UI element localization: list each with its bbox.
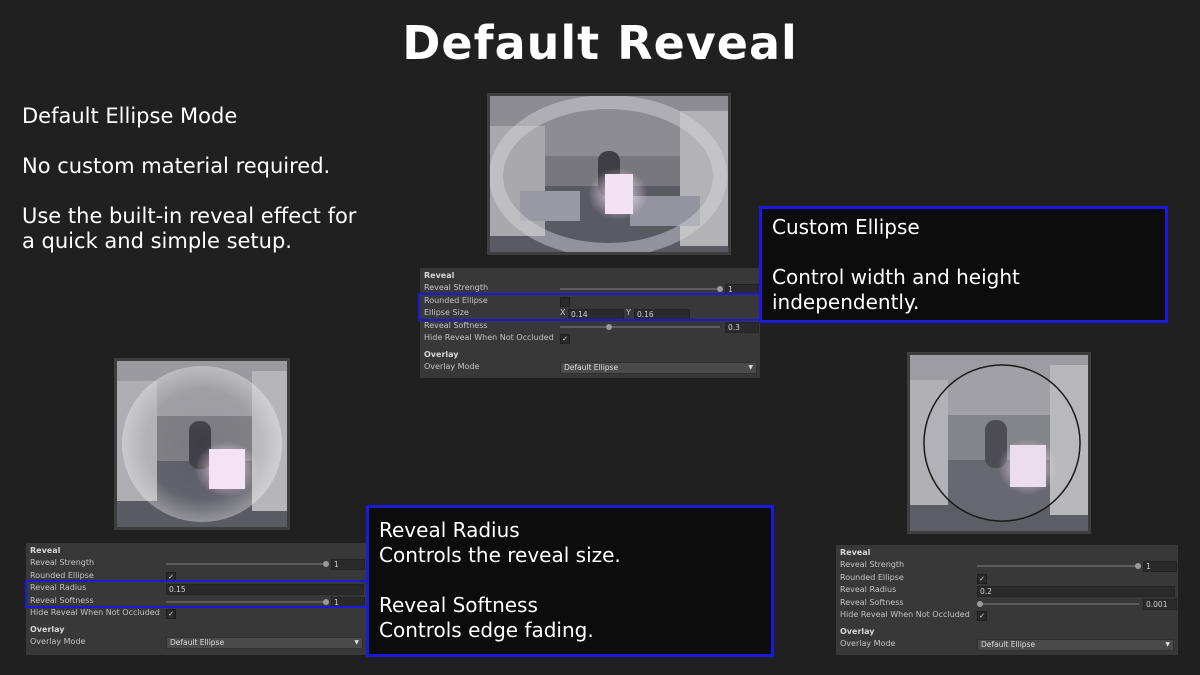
overlay-mode-value: Default Ellipse [981,639,1036,649]
chevron-down-icon: ▼ [1165,640,1170,648]
overlay-mode-value: Default Ellipse [564,362,619,372]
overlay-mode-row: Overlay Mode Default Ellipse ▼ [26,636,366,649]
reveal-softness-label: Reveal Softness [840,597,904,607]
slider-knob[interactable] [1135,563,1141,569]
intro-line: Use the built-in reveal effect for [22,204,357,228]
callout-radius-softness: Reveal Radius Controls the reveal size. … [366,505,774,657]
overlay-mode-dropdown[interactable]: Default Ellipse ▼ [560,361,757,374]
callout-heading: Reveal Radius [379,518,520,542]
overlay-mode-dropdown[interactable]: Default Ellipse ▼ [977,638,1174,651]
hide-reveal-label: Hide Reveal When Not Occluded [840,610,970,619]
section-header-overlay: Overlay [424,349,459,359]
rounded-ellipse-checkbox[interactable]: ✓ [977,573,987,584]
reveal-softness-field[interactable]: 0.3 [725,321,759,333]
inspector-panel-right: Reveal Reveal Strength 1 Rounded Ellipse… [836,545,1178,655]
reveal-softness-field[interactable]: 0.001 [1143,598,1177,610]
callout-line: independently. [772,290,920,314]
reveal-radius-field[interactable]: 0.2 [977,586,1175,597]
overlay-mode-dropdown[interactable]: Default Ellipse ▼ [166,636,363,649]
chevron-down-icon: ▼ [748,363,753,371]
overlay-mode-label: Overlay Mode [424,361,480,371]
overlay-mode-label: Overlay Mode [840,638,896,648]
intro-text: Default Ellipse Mode No custom material … [22,104,422,254]
intro-line: No custom material required. [22,154,331,178]
overlay-mode-row: Overlay Mode Default Ellipse ▼ [420,361,760,374]
hide-reveal-label: Hide Reveal When Not Occluded [30,608,160,617]
reveal-radius-label: Reveal Radius [840,585,897,594]
scene-preview-custom-ellipse [487,93,731,255]
highlight-radius-softness [25,580,372,608]
reveal-strength-field[interactable]: 1 [1143,561,1177,572]
reveal-strength-row: Reveal Strength 1 [836,559,1178,572]
callout-custom-ellipse: Custom Ellipse Control width and height … [759,206,1168,323]
slider-knob[interactable] [323,561,329,567]
callout-heading: Reveal Softness [379,593,538,617]
slider-knob[interactable] [977,600,983,607]
reveal-strength-row: Reveal Strength 1 [26,557,366,570]
reveal-softness-row: Reveal Softness 0.3 [420,320,760,333]
intro-heading: Default Ellipse Mode [22,104,238,128]
scene-preview-hard-reveal [907,352,1091,534]
inspector-panel-top: Reveal Reveal Strength 1 Rounded Ellipse… [420,268,760,378]
hide-reveal-checkbox[interactable]: ✓ [166,609,176,619]
reveal-softness-slider[interactable] [560,325,720,328]
hide-reveal-row: Hide Reveal When Not Occluded ✓ [836,609,1178,622]
reveal-strength-label: Reveal Strength [840,560,905,569]
section-header-reveal: Reveal [840,548,871,557]
callout-line: Control width and height [772,265,1020,289]
callout-line: Controls edge fading. [379,618,594,642]
hide-reveal-checkbox[interactable]: ✓ [560,334,570,344]
slider-knob[interactable] [606,323,612,330]
page-title: Default Reveal [402,16,798,70]
reveal-strength-field[interactable]: 1 [331,559,365,570]
section-header-reveal: Reveal [424,271,455,280]
scene-image [490,96,728,252]
scene-preview-soft-reveal [114,358,290,530]
scene-image [117,361,287,527]
reveal-radius-row: Reveal Radius 0.2 [836,584,1178,597]
section-header-overlay: Overlay [840,626,875,636]
reveal-softness-slider[interactable] [977,602,1139,605]
hide-reveal-row: Hide Reveal When Not Occluded ✓ [26,607,366,620]
reveal-strength-slider[interactable] [166,563,326,565]
section-header-reveal: Reveal [30,546,61,555]
callout-line: Controls the reveal size. [379,543,621,567]
hide-reveal-label: Hide Reveal When Not Occluded [424,333,554,342]
reveal-strength-slider[interactable] [977,565,1139,567]
rounded-ellipse-label: Rounded Ellipse [840,572,904,582]
highlight-ellipse-settings [418,293,763,321]
reveal-softness-row: Reveal Softness 0.001 [836,597,1178,610]
slider-knob[interactable] [717,286,723,292]
reveal-strength-label: Reveal Strength [30,558,95,567]
intro-line: a quick and simple setup. [22,229,292,253]
scene-image [910,355,1088,531]
overlay-mode-label: Overlay Mode [30,636,86,646]
rounded-ellipse-row: Rounded Ellipse ✓ [836,572,1178,585]
section-header-overlay: Overlay [30,624,65,634]
chevron-down-icon: ▼ [354,638,359,646]
hide-reveal-checkbox[interactable]: ✓ [977,611,987,621]
overlay-mode-value: Default Ellipse [170,637,225,647]
reveal-softness-label: Reveal Softness [424,320,488,330]
hide-reveal-row: Hide Reveal When Not Occluded ✓ [420,332,760,345]
reveal-strength-slider[interactable] [560,288,720,290]
overlay-mode-row: Overlay Mode Default Ellipse ▼ [836,638,1178,651]
callout-heading: Custom Ellipse [772,215,920,239]
